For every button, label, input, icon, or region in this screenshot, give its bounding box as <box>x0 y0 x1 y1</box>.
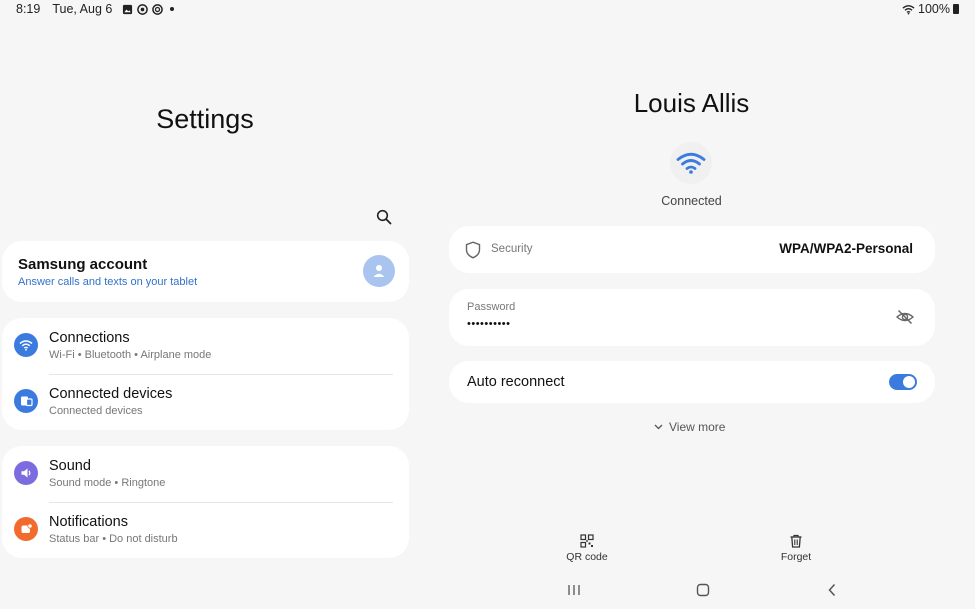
search-icon <box>376 209 392 225</box>
samsung-account-card[interactable]: Samsung account Answer calls and texts o… <box>2 241 409 302</box>
target-icon <box>152 3 164 15</box>
account-title: Samsung account <box>18 256 148 273</box>
devices-icon-bg <box>14 389 38 413</box>
home-button[interactable] <box>694 582 712 598</box>
view-more-label: View more <box>669 420 726 434</box>
security-label: Security <box>491 243 533 255</box>
network-name: Louis Allis <box>633 88 750 118</box>
menu-item-subtitle: Connected devices <box>49 405 143 417</box>
wifi-signal-icon <box>902 4 915 15</box>
settings-group-sound: Sound Sound mode • Ringtone Notification… <box>2 446 409 558</box>
menu-item-subtitle: Sound mode • Ringtone <box>49 477 166 489</box>
wifi-status-badge <box>670 142 712 184</box>
forget-button[interactable]: Forget <box>771 534 821 563</box>
settings-group-connections: Connections Wi-Fi • Bluetooth • Airplane… <box>2 318 409 430</box>
connection-status: Connected <box>661 194 722 208</box>
show-password-button[interactable] <box>895 307 915 327</box>
recent-apps-icon <box>568 585 580 595</box>
menu-item-title: Connected devices <box>49 386 173 402</box>
notifications-icon-bg <box>14 517 38 541</box>
menu-item-title: Sound <box>49 458 91 474</box>
security-value: WPA/WPA2-Personal <box>779 241 913 256</box>
forget-label: Forget <box>780 551 812 563</box>
menu-item-title: Notifications <box>49 514 128 530</box>
bell-icon <box>21 523 33 533</box>
status-date: Tue, Aug 6 <box>52 2 113 16</box>
qr-code-button[interactable]: QR code <box>562 534 612 563</box>
menu-item-subtitle: Wi-Fi • Bluetooth • Airplane mode <box>49 349 212 361</box>
menu-item-sound[interactable]: Sound Sound mode • Ringtone <box>2 446 409 503</box>
menu-item-connected-devices[interactable]: Connected devices Connected devices <box>2 374 409 430</box>
trash-icon <box>790 534 802 548</box>
account-subtitle: Answer calls and texts on your tablet <box>18 276 198 288</box>
recent-apps-button[interactable] <box>565 582 583 598</box>
menu-item-subtitle: Status bar • Do not disturb <box>49 533 178 545</box>
auto-reconnect-row[interactable]: Auto reconnect <box>449 361 935 403</box>
toggle-knob <box>903 376 915 388</box>
menu-item-connections[interactable]: Connections Wi-Fi • Bluetooth • Airplane… <box>2 318 409 375</box>
sync-icon <box>137 3 149 15</box>
connections-icon-bg <box>14 333 38 357</box>
password-value: •••••••••• <box>467 318 511 330</box>
notification-dot-icon <box>170 7 175 11</box>
battery-level: 100% <box>918 2 950 16</box>
gallery-icon <box>123 4 133 14</box>
view-more-button[interactable]: View more <box>654 420 725 434</box>
back-button[interactable] <box>823 582 841 598</box>
speaker-icon <box>21 468 30 478</box>
menu-item-notifications[interactable]: Notifications Status bar • Do not distur… <box>2 502 409 558</box>
battery-icon <box>953 4 959 14</box>
avatar[interactable] <box>363 255 395 287</box>
chevron-down-icon <box>654 424 663 430</box>
devices-icon <box>20 396 33 407</box>
page-title: Settings <box>156 104 254 134</box>
person-icon <box>373 265 385 277</box>
password-card: Password •••••••••• <box>449 289 935 346</box>
home-icon <box>696 583 710 597</box>
search-button[interactable] <box>374 207 394 227</box>
password-label: Password <box>467 301 516 313</box>
wifi-icon <box>676 152 706 174</box>
sound-icon-bg <box>14 461 38 485</box>
back-icon <box>828 583 836 597</box>
status-bar: 8:19 Tue, Aug 6 100% <box>0 0 975 20</box>
security-card: Security WPA/WPA2-Personal <box>449 226 935 273</box>
status-time: 8:19 <box>16 2 41 16</box>
auto-reconnect-label: Auto reconnect <box>467 374 565 390</box>
wifi-icon <box>19 340 33 351</box>
eye-off-icon <box>895 309 915 325</box>
auto-reconnect-toggle[interactable] <box>889 374 917 390</box>
qr-code-icon <box>580 534 594 548</box>
qr-code-label: QR code <box>566 551 608 563</box>
shield-icon <box>465 241 481 259</box>
menu-item-title: Connections <box>49 330 130 346</box>
